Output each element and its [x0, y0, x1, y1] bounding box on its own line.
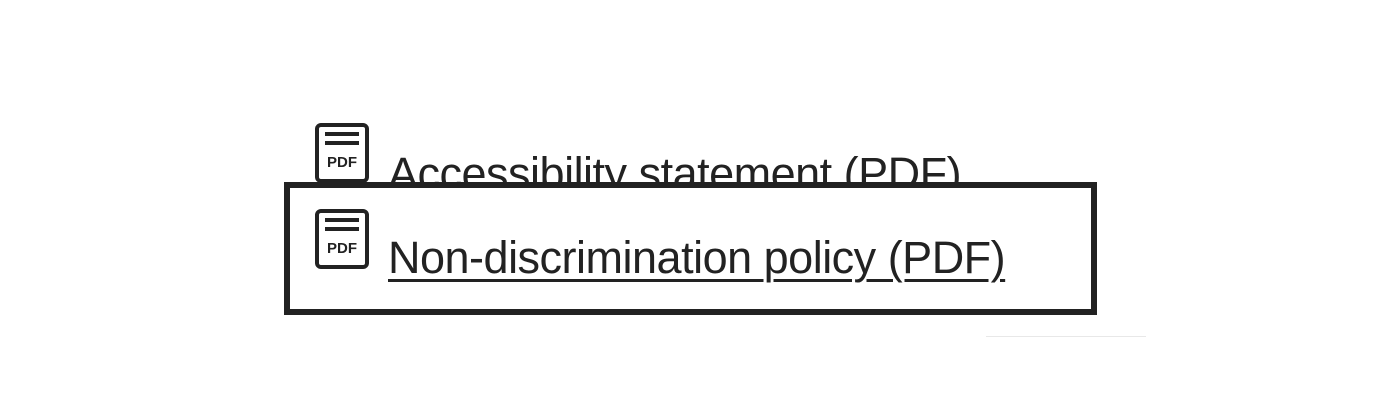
pdf-file-icon: PDF [314, 122, 370, 184]
pdf-icon-label: PDF [327, 240, 357, 257]
document-links-panel: PDF Accessibility statement (PDF) PDF No… [0, 0, 1400, 419]
pdf-icon-label: PDF [327, 154, 357, 171]
non-discrimination-policy-link[interactable]: Non-discrimination policy (PDF) [388, 228, 1006, 288]
non-discrimination-policy-link-item: PDF Non-discrimination policy (PDF) [300, 208, 1006, 288]
divider [986, 336, 1146, 337]
pdf-file-icon: PDF [314, 208, 370, 270]
